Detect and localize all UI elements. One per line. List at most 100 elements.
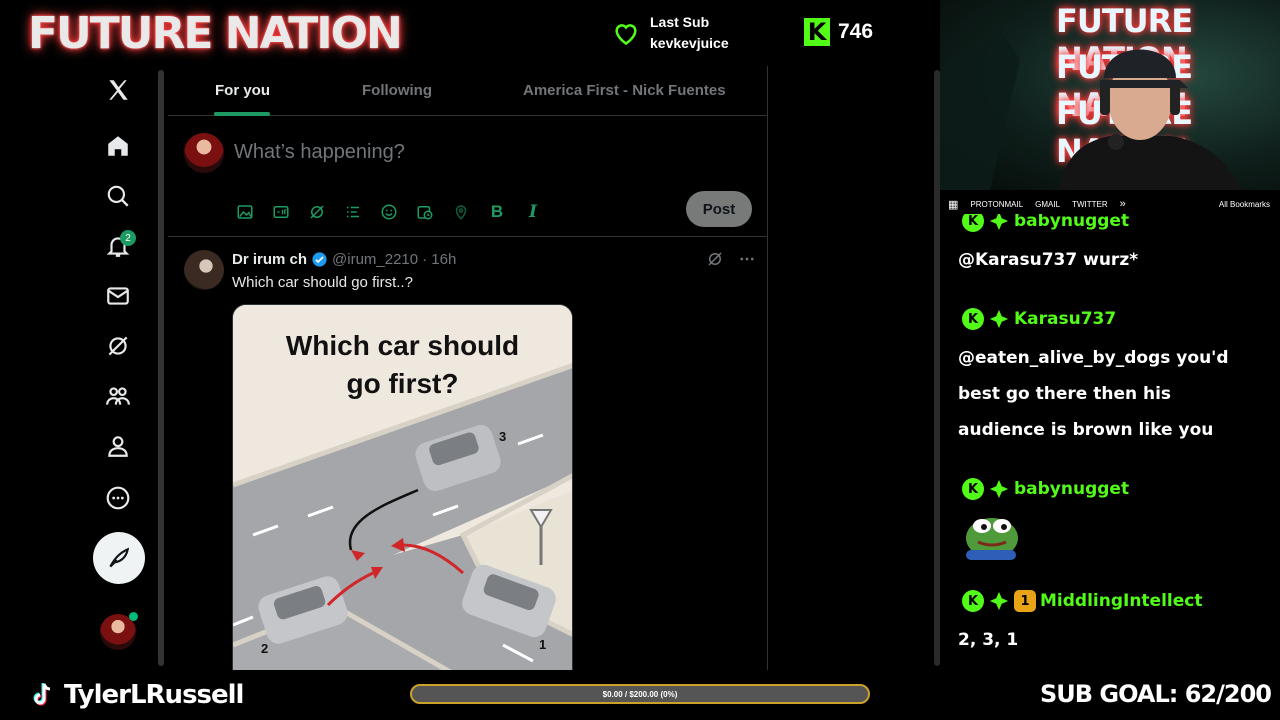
donation-goal-text: $0.00 / $200.00 (0%) bbox=[602, 689, 678, 699]
tweet-author-avatar[interactable] bbox=[184, 250, 224, 290]
gif-icon[interactable] bbox=[270, 201, 292, 223]
tweet-image[interactable]: Which car should go first? 3 2 1 bbox=[232, 304, 573, 670]
kick-badge-icon: K bbox=[962, 308, 984, 330]
home-icon[interactable] bbox=[94, 122, 142, 170]
account-avatar[interactable] bbox=[100, 612, 138, 650]
more-options-icon[interactable] bbox=[738, 250, 756, 268]
verified-star-icon bbox=[989, 479, 1009, 499]
bookmark-protonmail[interactable]: PROTONMAIL bbox=[970, 200, 1023, 209]
post-button[interactable]: Post bbox=[686, 191, 752, 227]
tweet-time[interactable]: · 16h bbox=[422, 251, 456, 268]
profile-icon[interactable] bbox=[94, 422, 142, 470]
chat-username: K babynugget bbox=[962, 478, 1129, 500]
kick-follower-count: K 746 bbox=[804, 18, 873, 46]
tiktok-handle: TylerLRussell bbox=[64, 680, 244, 710]
chat-user-name[interactable]: MiddlingIntellect bbox=[1040, 591, 1202, 611]
chat-message: @eaten_alive_by_dogs you'd best go there… bbox=[958, 348, 1229, 440]
tweet-author-handle[interactable]: @irum_2210 bbox=[332, 251, 418, 268]
verified-star-icon bbox=[989, 214, 1009, 231]
stream-overlay: FUTURE NATION Last Sub kevkevjuice K 746 bbox=[0, 0, 1280, 720]
grok-explain-icon[interactable] bbox=[706, 250, 724, 268]
chat-message: 2, 3, 1 bbox=[958, 630, 1019, 650]
more-icon[interactable] bbox=[94, 474, 142, 522]
tiktok-icon bbox=[33, 683, 51, 706]
post-composer: What’s happening? B I Post bbox=[168, 117, 768, 237]
kick-count: 746 bbox=[838, 20, 874, 43]
composer-toolbar: B I bbox=[234, 201, 544, 223]
location-icon[interactable] bbox=[450, 201, 472, 223]
streamer-silhouette bbox=[940, 30, 1240, 190]
donation-goal-bar: $0.00 / $200.00 (0%) bbox=[410, 684, 870, 704]
kick-badge-icon: K bbox=[962, 590, 984, 612]
chat-username: K 1 MiddlingIntellect bbox=[962, 590, 1202, 612]
sub-goal-text: SUB GOAL: 62/200 bbox=[1040, 680, 1272, 708]
feather-icon bbox=[109, 547, 130, 568]
overlay-bottom-bar: TylerLRussell $0.00 / $200.00 (0%) SUB G… bbox=[0, 670, 1280, 720]
bold-icon[interactable]: B bbox=[486, 201, 508, 223]
kick-logo-icon: K bbox=[804, 18, 830, 46]
image-icon[interactable] bbox=[234, 201, 256, 223]
notifications-badge: 2 bbox=[120, 230, 136, 246]
chat-user-name[interactable]: Karasu737 bbox=[1014, 309, 1116, 329]
car-label-3: 3 bbox=[499, 429, 507, 444]
messages-icon[interactable] bbox=[94, 272, 142, 320]
chat-username: K Karasu737 bbox=[962, 308, 1116, 330]
bookmarks-bar: ▦ PROTONMAIL GMAIL TWITTER » All Bookmar… bbox=[940, 192, 1280, 216]
tweet[interactable]: Dr irum ch @irum_2210 · 16h Which car sh… bbox=[168, 238, 768, 670]
image-title-line-2: go first? bbox=[346, 368, 459, 399]
last-sub-label: Last Sub bbox=[650, 14, 710, 30]
all-bookmarks-folder[interactable]: All Bookmarks bbox=[1219, 200, 1280, 209]
grok-icon[interactable] bbox=[94, 322, 142, 370]
heart-icon bbox=[615, 24, 637, 46]
grok-compose-icon[interactable] bbox=[306, 201, 328, 223]
tab-for-you[interactable]: For you bbox=[215, 82, 270, 99]
chat-username: K babynugget bbox=[962, 214, 1129, 232]
kick-badge-icon: K bbox=[962, 478, 984, 500]
last-sub-widget: Last Sub kevkevjuice bbox=[612, 12, 729, 54]
search-icon[interactable] bbox=[94, 172, 142, 220]
tweet-author-name[interactable]: Dr irum ch bbox=[232, 251, 307, 268]
notifications-icon[interactable]: 2 bbox=[94, 222, 142, 270]
image-title: Which car should go first? bbox=[233, 327, 572, 403]
compose-post-button[interactable] bbox=[93, 532, 145, 584]
webcam-feed: FUTURE NATION FUTURE NATION FUTURE NATIO… bbox=[940, 0, 1280, 190]
x-logo-icon[interactable] bbox=[94, 66, 142, 114]
verified-star-icon bbox=[989, 309, 1009, 329]
timeline-tabs: For you Following America First - Nick F… bbox=[168, 66, 768, 116]
composer-avatar bbox=[184, 133, 224, 173]
tweet-header-actions bbox=[706, 250, 756, 268]
poll-icon[interactable] bbox=[342, 201, 364, 223]
tweet-text: Which car should go first..? bbox=[232, 274, 413, 291]
image-title-line-1: Which car should bbox=[285, 330, 520, 361]
italic-icon[interactable]: I bbox=[522, 201, 544, 223]
brand-logo: FUTURE NATION bbox=[28, 8, 403, 59]
online-status-dot bbox=[129, 612, 138, 621]
emoji-icon[interactable] bbox=[378, 201, 400, 223]
verified-star-icon bbox=[989, 591, 1009, 611]
pepe-emote-icon bbox=[966, 518, 1018, 560]
stream-chat: K babynugget @Karasu737 wurz* K Karasu73… bbox=[940, 214, 1280, 670]
chat-message: @Karasu737 wurz* bbox=[958, 250, 1139, 270]
timeline: For you Following America First - Nick F… bbox=[168, 66, 768, 670]
verified-badge-icon bbox=[312, 252, 327, 267]
bookmark-gmail[interactable]: GMAIL bbox=[1035, 200, 1060, 209]
kick-badge-icon: K bbox=[962, 214, 984, 232]
tweet-header: Dr irum ch @irum_2210 · 16h bbox=[232, 251, 456, 268]
sidebar-nav: 2 bbox=[0, 66, 160, 670]
schedule-icon[interactable] bbox=[414, 201, 436, 223]
bookmark-twitter[interactable]: TWITTER bbox=[1072, 200, 1108, 209]
tab-america-first[interactable]: America First - Nick Fuentes bbox=[523, 82, 726, 99]
left-scrollbar[interactable] bbox=[158, 70, 164, 666]
subscriber-badge-icon: 1 bbox=[1014, 590, 1036, 612]
tab-following[interactable]: Following bbox=[362, 82, 432, 99]
communities-icon[interactable] bbox=[94, 372, 142, 420]
more-bookmarks-chevron-icon[interactable]: » bbox=[1120, 198, 1126, 210]
active-tab-indicator bbox=[214, 112, 270, 116]
car-label-1: 1 bbox=[539, 637, 547, 652]
last-sub-name: kevkevjuice bbox=[650, 35, 729, 51]
apps-grid-icon[interactable]: ▦ bbox=[948, 198, 958, 211]
composer-input[interactable]: What’s happening? bbox=[234, 141, 405, 164]
chat-user-name[interactable]: babynugget bbox=[1014, 479, 1129, 499]
chat-user-name[interactable]: babynugget bbox=[1014, 214, 1129, 231]
car-label-2: 2 bbox=[261, 641, 269, 656]
